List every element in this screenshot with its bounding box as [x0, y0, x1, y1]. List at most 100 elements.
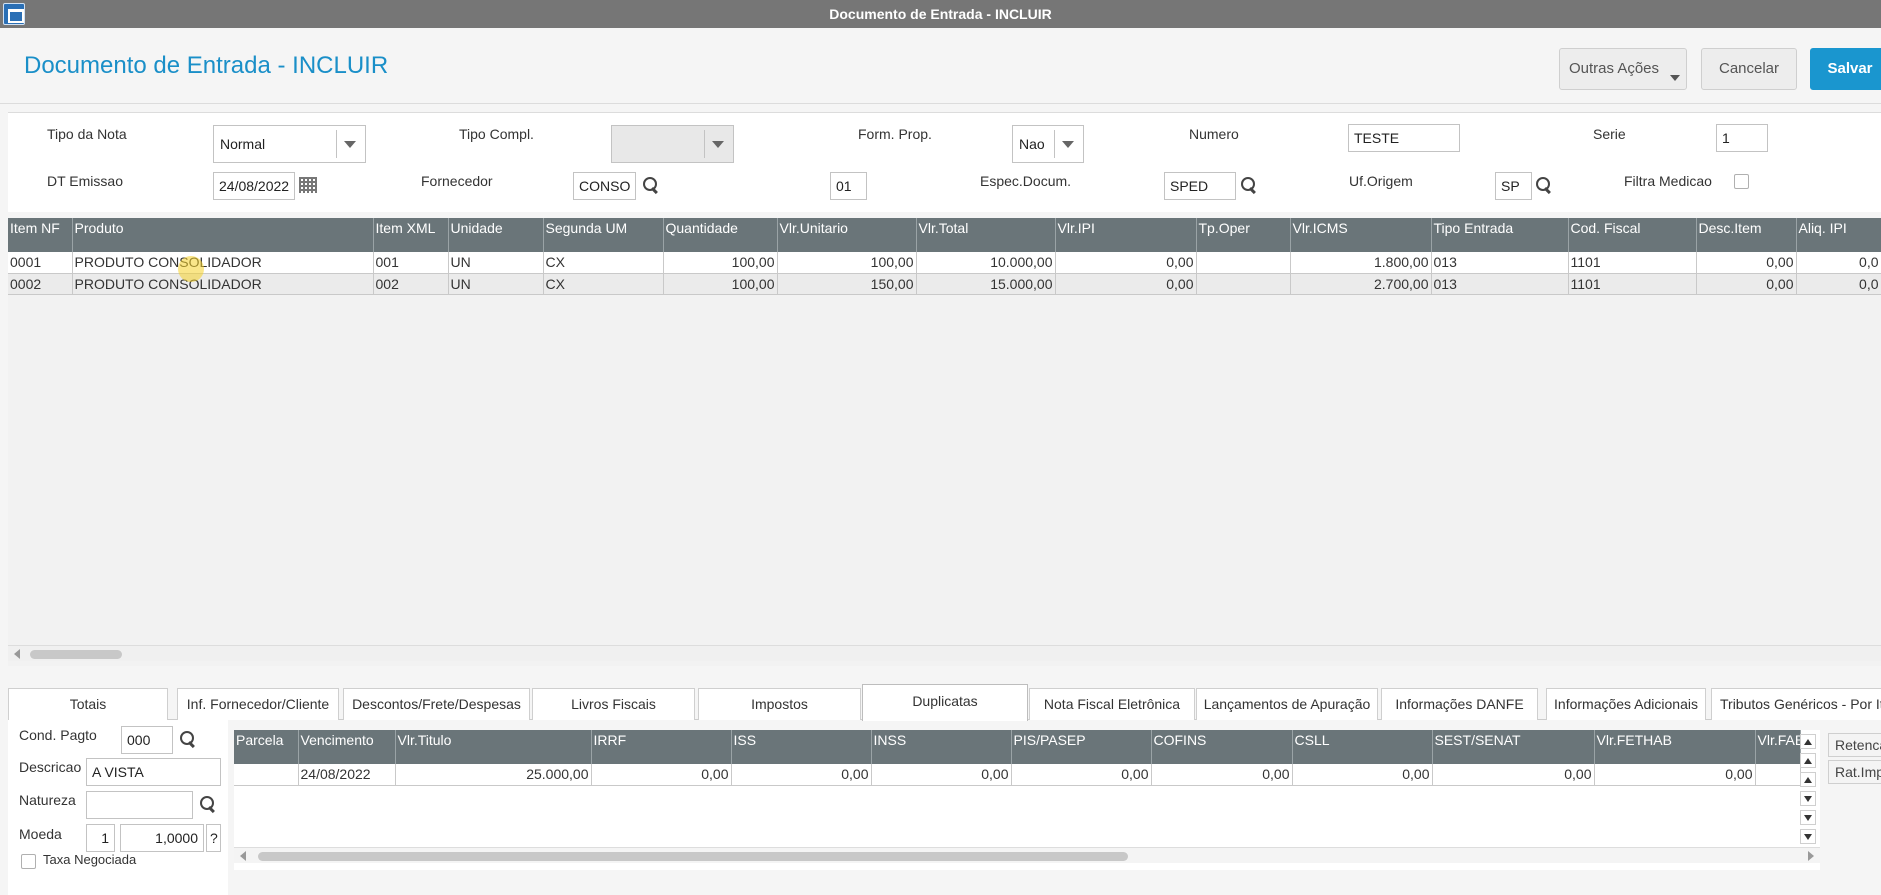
page-down-button[interactable] [1800, 810, 1816, 825]
cell-desc-item[interactable]: 0,00 [1696, 252, 1797, 274]
cell-pis-pasep[interactable]: 0,00 [1011, 764, 1152, 786]
cell-vlr-icms[interactable]: 2.700,00 [1290, 273, 1432, 295]
table-row[interactable]: 0002 PRODUTO CONSOLIDADOR 002 UN CX 100,… [8, 273, 1881, 295]
app-window-icon[interactable] [3, 3, 25, 25]
cell-aliq-ipi[interactable]: 0,0 [1796, 252, 1881, 274]
cell-irrf[interactable]: 0,00 [591, 764, 732, 786]
tab-duplicatas[interactable]: Duplicatas [862, 684, 1028, 721]
cell-vlr-ipi[interactable]: 0,00 [1055, 273, 1197, 295]
cell-parcela[interactable] [234, 764, 299, 786]
col-header[interactable]: Tp.Oper [1196, 218, 1291, 252]
cell-unidade[interactable]: UN [448, 273, 544, 295]
fornecedor-search-icon[interactable] [642, 176, 660, 194]
scroll-left-arrow-icon[interactable] [240, 851, 246, 861]
tab-inf-fornecedor[interactable]: Inf. Fornecedor/Cliente [177, 688, 339, 720]
cell-item-xml[interactable]: 001 [373, 252, 449, 274]
scroll-bottom-button[interactable] [1800, 829, 1816, 844]
cell-item-xml[interactable]: 002 [373, 273, 449, 295]
cell-vlr-fethab[interactable]: 0,00 [1594, 764, 1756, 786]
loja-input[interactable]: 01 [830, 172, 867, 200]
cell-tp-oper[interactable] [1196, 252, 1291, 274]
col-header[interactable]: Parcela [234, 730, 299, 764]
tab-descontos[interactable]: Descontos/Frete/Despesas [343, 688, 530, 720]
cell-vlr-total[interactable]: 15.000,00 [916, 273, 1056, 295]
col-header[interactable]: INSS [871, 730, 1012, 764]
col-header[interactable]: Vlr.Titulo [395, 730, 592, 764]
uf-origem-search-icon[interactable] [1535, 176, 1553, 194]
cell-quantidade[interactable]: 100,00 [663, 252, 778, 274]
dt-emissao-input[interactable]: 24/08/2022 [213, 172, 295, 200]
cell-tipo-entrada[interactable]: 013 [1431, 252, 1569, 274]
col-header[interactable]: Unidade [448, 218, 544, 252]
col-header[interactable]: Produto [72, 218, 374, 252]
col-header[interactable]: Vlr.ICMS [1290, 218, 1432, 252]
save-button[interactable]: Salvar [1810, 48, 1881, 90]
descricao-input[interactable]: A VISTA [86, 758, 221, 786]
natureza-input[interactable] [86, 791, 193, 819]
items-horizontal-scrollbar[interactable] [8, 645, 1881, 661]
rat-imp-button[interactable]: Rat.Imp [1828, 760, 1881, 784]
col-header[interactable]: Desc.Item [1696, 218, 1797, 252]
table-row[interactable]: 0001 PRODUTO CONSOLIDADOR 001 UN CX 100,… [8, 252, 1881, 274]
filtra-medicao-checkbox[interactable] [1734, 174, 1749, 189]
tab-lancamentos-apuracao[interactable]: Lançamentos de Apuração [1196, 688, 1378, 720]
tab-livros-fiscais[interactable]: Livros Fiscais [532, 688, 695, 720]
cell-item-nf[interactable]: 0002 [8, 273, 73, 295]
tab-impostos[interactable]: Impostos [698, 688, 861, 720]
line-down-button[interactable] [1800, 791, 1816, 806]
cell-vlr-fab[interactable] [1755, 764, 1801, 786]
cell-segunda-um[interactable]: CX [543, 273, 664, 295]
col-header[interactable]: ISS [731, 730, 872, 764]
cond-pagto-input[interactable]: 000 [121, 726, 173, 754]
col-header[interactable]: Vlr.Unitario [777, 218, 917, 252]
tab-tributos-genericos[interactable]: Tributos Genéricos - Por It [1711, 688, 1881, 720]
taxa-moeda-input[interactable]: 1,0000 [120, 824, 204, 852]
col-header[interactable]: Item XML [373, 218, 449, 252]
cell-vlr-titulo[interactable]: 25.000,00 [395, 764, 592, 786]
col-header[interactable]: Vlr.IPI [1055, 218, 1197, 252]
scroll-right-arrow-icon[interactable] [1808, 851, 1814, 861]
cell-tipo-entrada[interactable]: 013 [1431, 273, 1569, 295]
cell-iss[interactable]: 0,00 [731, 764, 872, 786]
col-header[interactable]: CSLL [1292, 730, 1433, 764]
cell-vlr-unitario[interactable]: 100,00 [777, 252, 917, 274]
cell-csll[interactable]: 0,00 [1292, 764, 1433, 786]
scroll-top-button[interactable] [1800, 734, 1816, 749]
tipo-compl-select[interactable] [611, 125, 734, 163]
col-header[interactable]: SEST/SENAT [1432, 730, 1595, 764]
scroll-left-arrow-icon[interactable] [14, 649, 20, 659]
tab-informacoes-adicionais[interactable]: Informações Adicionais [1546, 688, 1706, 720]
cell-desc-item[interactable]: 0,00 [1696, 273, 1797, 295]
cell-cod-fiscal[interactable]: 1101 [1568, 252, 1697, 274]
espec-docum-input[interactable]: SPED [1164, 172, 1236, 200]
col-header[interactable]: Item NF [8, 218, 73, 252]
col-header[interactable]: Vlr.FAB [1755, 730, 1801, 764]
cell-item-nf[interactable]: 0001 [8, 252, 73, 274]
cell-aliq-ipi[interactable]: 0,0 [1796, 273, 1881, 295]
col-header[interactable]: Aliq. IPI [1796, 218, 1881, 252]
col-header[interactable]: Vencimento [298, 730, 396, 764]
col-header[interactable]: Tipo Entrada [1431, 218, 1569, 252]
cell-quantidade[interactable]: 100,00 [663, 273, 778, 295]
cell-vlr-unitario[interactable]: 150,00 [777, 273, 917, 295]
cell-segunda-um[interactable]: CX [543, 252, 664, 274]
scrollbar-thumb[interactable] [258, 852, 1128, 861]
scrollbar-thumb[interactable] [30, 650, 122, 659]
espec-docum-search-icon[interactable] [1240, 176, 1258, 194]
col-header[interactable]: Segunda UM [543, 218, 664, 252]
cell-produto[interactable]: PRODUTO CONSOLIDADOR [72, 273, 374, 295]
cancel-button[interactable]: Cancelar [1701, 48, 1797, 90]
serie-input[interactable]: 1 [1716, 124, 1768, 152]
table-row[interactable]: 24/08/2022 25.000,00 0,00 0,00 0,00 0,00… [234, 764, 1801, 786]
calendar-icon[interactable] [299, 177, 317, 193]
uf-origem-input[interactable]: SP [1495, 172, 1532, 200]
duplicatas-horizontal-scrollbar[interactable] [234, 847, 1820, 863]
cell-vlr-icms[interactable]: 1.800,00 [1290, 252, 1432, 274]
fornecedor-input[interactable]: CONSO [573, 172, 636, 200]
tab-informacoes-danfe[interactable]: Informações DANFE [1381, 688, 1538, 720]
cell-inss[interactable]: 0,00 [871, 764, 1012, 786]
tab-totais[interactable]: Totais [8, 688, 168, 720]
page-up-button[interactable] [1800, 753, 1816, 768]
cell-tp-oper[interactable] [1196, 273, 1291, 295]
col-header[interactable]: COFINS [1151, 730, 1293, 764]
